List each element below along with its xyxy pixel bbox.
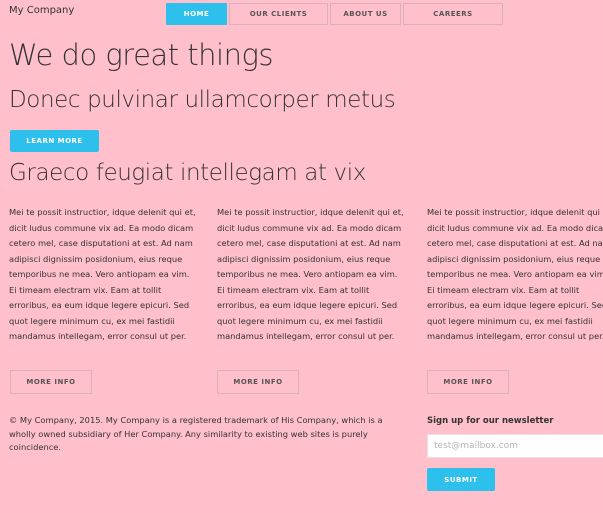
main-nav: HOME OUR CLIENTS ABOUT US CAREERS	[166, 3, 503, 25]
section-title: Graeco feugiat intellegam at vix	[9, 160, 366, 186]
nav-home[interactable]: HOME	[166, 3, 227, 25]
feature-column-1: Mei te possit instructior, idque delenit…	[9, 205, 199, 345]
more-info-button-2[interactable]: MORE INFO	[217, 370, 299, 394]
feature-column-2: Mei te possit instructior, idque delenit…	[217, 205, 407, 345]
feature-text: Mei te possit instructior, idque delenit…	[9, 207, 196, 341]
hero-title: We do great things	[9, 38, 274, 72]
feature-column-3: Mei te possit instructior, idque delenit…	[427, 205, 603, 345]
submit-button[interactable]: SUBMIT	[427, 468, 495, 491]
nav-our-clients[interactable]: OUR CLIENTS	[229, 3, 328, 25]
hero-subtitle: Donec pulvinar ullamcorper metus	[9, 87, 396, 113]
learn-more-button[interactable]: LEARN MORE	[10, 130, 99, 152]
feature-text: Mei te possit instructior, idque delenit…	[217, 207, 404, 341]
more-info-button-3[interactable]: MORE INFO	[427, 370, 509, 394]
newsletter-label: Sign up for our newsletter	[427, 416, 554, 426]
more-info-button-1[interactable]: MORE INFO	[10, 370, 92, 394]
feature-text: Mei te possit instructior, idque delenit…	[427, 207, 603, 341]
nav-careers[interactable]: CAREERS	[403, 3, 503, 25]
nav-about-us[interactable]: ABOUT US	[330, 3, 401, 25]
footer-copyright: © My Company, 2015. My Company is a regi…	[9, 415, 383, 452]
newsletter-email-input[interactable]	[427, 434, 603, 458]
brand-name: My Company	[9, 5, 75, 16]
